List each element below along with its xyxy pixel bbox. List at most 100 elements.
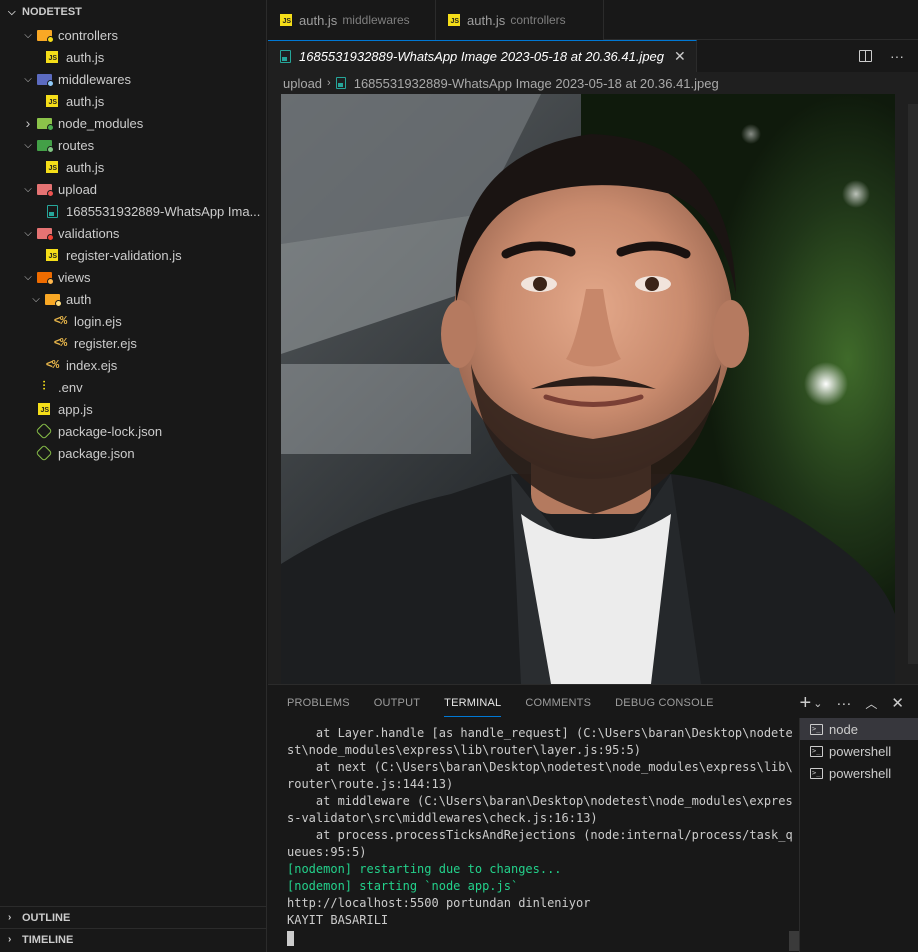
tree-file[interactable]: <% login.ejs: [0, 310, 266, 332]
terminal-line: [nodemon] starting `node app.js`: [287, 879, 519, 893]
terminal-session-powershell[interactable]: >_ powershell: [800, 740, 918, 762]
tree-file[interactable]: JS register-validation.js: [0, 244, 266, 266]
tree-item-label: routes: [58, 137, 95, 153]
close-icon[interactable]: ✕: [674, 48, 686, 65]
tree-item-label: app.js: [58, 401, 93, 417]
vertical-scrollbar[interactable]: [908, 104, 918, 664]
tab-auth-middlewares[interactable]: JS auth.js middlewares: [268, 0, 436, 40]
editor-actions: ···: [859, 40, 918, 72]
split-editor-icon[interactable]: [859, 50, 872, 62]
tree-folder[interactable]: ⌵ controllers: [0, 24, 266, 46]
chevron-down-icon: ⌵: [8, 6, 16, 18]
folder-badge: [46, 79, 54, 87]
tree-file[interactable]: package.json: [0, 442, 266, 464]
image-preview-area: [268, 94, 918, 684]
tree-item-label: register.ejs: [74, 335, 137, 351]
terminal-output[interactable]: at Layer.handle [as handle_request] (C:\…: [287, 725, 793, 951]
explorer-sidebar: ⌵ NODETEST ⌵ controllers JS auth.js ⌵ middlew…: [0, 0, 267, 952]
folder-badge: [54, 299, 62, 307]
panel-tab-terminal[interactable]: TERMINAL: [444, 685, 502, 721]
outline-label: OUTLINE: [22, 911, 71, 924]
tab-auth-controllers[interactable]: JS auth.js controllers: [436, 0, 604, 40]
folder-shape: [36, 29, 54, 43]
js-badge: JS: [38, 403, 50, 415]
explorer-header[interactable]: ⌵ NODETEST: [0, 0, 266, 24]
tree-file[interactable]: package-lock.json: [0, 420, 266, 442]
terminal-session-label: powershell: [829, 765, 892, 781]
tree-file[interactable]: JS auth.js: [0, 46, 266, 68]
image-file-icon: [280, 50, 291, 63]
maximize-panel-icon[interactable]: ︿: [865, 695, 877, 712]
terminal-session-powershell[interactable]: >_ powershell: [800, 762, 918, 784]
timeline-section[interactable]: › TIMELINE: [0, 928, 267, 950]
panel-tab-debug-console[interactable]: DEBUG CONSOLE: [615, 685, 714, 721]
chevron-down-icon: ⌵: [24, 183, 32, 195]
ejs-file-icon: <%: [52, 335, 68, 351]
tree-file[interactable]: JS auth.js: [0, 90, 266, 112]
nodejs-file-icon: [35, 444, 53, 462]
chevron-right-icon: ›: [8, 912, 12, 923]
terminal-session-node[interactable]: >_ node: [800, 718, 918, 740]
terminal-session-label: node: [829, 721, 858, 737]
tree-folder[interactable]: ⌵ upload: [0, 178, 266, 200]
chevron-down-icon: ⌵: [32, 293, 40, 305]
ejs-glyph: <%: [53, 336, 67, 350]
tab-image-preview[interactable]: 1685531932889-WhatsApp Image 2023-05-18 …: [268, 40, 697, 72]
tree-folder[interactable]: ⌵ auth: [0, 288, 266, 310]
tree-folder[interactable]: › node_modules: [0, 112, 266, 134]
tree-file[interactable]: <% index.ejs: [0, 354, 266, 376]
panel-tab-problems[interactable]: PROBLEMS: [287, 685, 350, 721]
breadcrumb-file[interactable]: 1685531932889-WhatsApp Image 2023-05-18 …: [354, 76, 719, 91]
editor-tab-bar: JS auth.js middlewares JS auth.js contro…: [268, 0, 918, 40]
tree-item-label: package-lock.json: [58, 423, 163, 439]
folder-badge: [46, 123, 54, 131]
tab-label: auth.js: [467, 12, 506, 28]
javascript-file-icon: JS: [44, 159, 60, 175]
bottom-panel: PROBLEMS OUTPUT TERMINAL COMMENTS DEBUG CONS…: [268, 684, 918, 952]
terminal-icon: >_: [810, 723, 823, 735]
tab-description: middlewares: [342, 13, 410, 27]
chevron-down-icon[interactable]: ⌄: [813, 697, 822, 710]
panel-tab-comments[interactable]: COMMENTS: [525, 685, 591, 721]
breadcrumb-folder[interactable]: upload: [283, 76, 322, 91]
preview-image: [281, 94, 895, 684]
tree-item-label: auth.js: [66, 49, 105, 65]
tree-folder[interactable]: ⌵ validations: [0, 222, 266, 244]
tree-item-label: views: [58, 269, 91, 285]
breadcrumb-separator: ›: [327, 77, 331, 89]
terminal-scrollbar[interactable]: [789, 931, 799, 951]
folder-routes-icon: [36, 137, 54, 153]
tree-file[interactable]: <% register.ejs: [0, 332, 266, 354]
chevron-down-icon: ⌵: [24, 227, 32, 239]
tree-item-label: index.ejs: [66, 357, 118, 373]
tree-item-label: middlewares: [58, 71, 131, 87]
close-panel-icon[interactable]: ✕: [891, 694, 904, 712]
ejs-glyph: <%: [53, 314, 67, 328]
terminal-line: [nodemon] restarting due to changes...: [287, 862, 562, 876]
folder-badge: [46, 189, 54, 197]
folder-shape: [44, 293, 62, 307]
env-glyph: ⫶: [42, 380, 46, 394]
timeline-label: TIMELINE: [22, 933, 74, 946]
active-tab-label: 1685531932889-WhatsApp Image 2023-05-18 …: [299, 49, 665, 64]
panel-tab-output[interactable]: OUTPUT: [374, 685, 420, 721]
tree-folder[interactable]: ⌵ middlewares: [0, 68, 266, 90]
tree-folder[interactable]: ⌵ routes: [0, 134, 266, 156]
outline-section[interactable]: › OUTLINE: [0, 906, 267, 928]
more-actions-icon[interactable]: ···: [890, 48, 904, 64]
tree-file[interactable]: JS app.js: [0, 398, 266, 420]
new-terminal-icon[interactable]: +: [800, 692, 812, 715]
folder-views-icon: [36, 269, 54, 285]
tree-file[interactable]: JS auth.js: [0, 156, 266, 178]
terminal-line: router\route.js:144:13): [287, 777, 454, 791]
tree-item-label: auth.js: [66, 159, 105, 175]
folder-middleware-icon: [36, 71, 54, 87]
tree-folder[interactable]: ⌵ views: [0, 266, 266, 288]
more-actions-icon[interactable]: ···: [836, 695, 851, 712]
env-file-icon: ⫶: [36, 379, 52, 395]
tree-file[interactable]: 1685531932889-WhatsApp Ima...: [0, 200, 266, 222]
folder-shape: [36, 139, 54, 153]
chevron-right-icon: ›: [25, 115, 31, 131]
tree-file[interactable]: ⫶ .env: [0, 376, 266, 398]
breadcrumb: upload › 1685531932889-WhatsApp Image 20…: [268, 72, 918, 94]
